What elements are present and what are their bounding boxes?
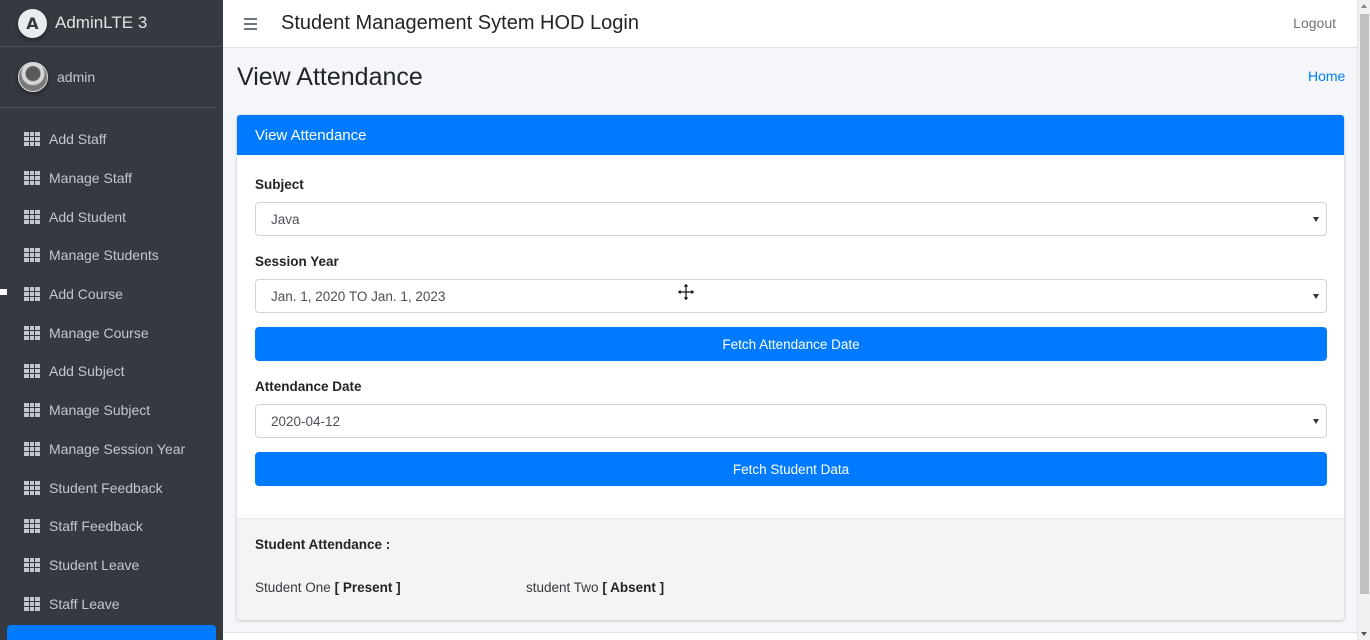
sidebar-item-label: Add Student bbox=[49, 208, 127, 225]
scrollbar-thumb[interactable] bbox=[1360, 14, 1369, 594]
th-icon bbox=[24, 480, 40, 495]
app-title: Student Management Sytem HOD Login bbox=[281, 12, 639, 34]
caret-down-icon bbox=[1313, 294, 1319, 299]
th-icon bbox=[24, 171, 40, 186]
view-attendance-card: View Attendance Subject Java Session Yea… bbox=[237, 115, 1344, 620]
sidebar-item-label: Student Leave bbox=[49, 556, 140, 573]
menu-toggle-icon[interactable] bbox=[244, 17, 257, 30]
sidebar-item-add-course[interactable]: Add Course bbox=[0, 275, 223, 314]
sidebar-item-label: Student Feedback bbox=[49, 479, 163, 496]
student-attendance-section: Student Attendance : Student One [ Prese… bbox=[237, 518, 1344, 620]
sidebar-item-label: Manage Staff bbox=[49, 170, 133, 187]
student-name: Student One bbox=[255, 580, 331, 595]
move-cursor-icon bbox=[676, 282, 696, 302]
scroll-up-arrow-icon[interactable] bbox=[1361, 4, 1367, 8]
sidebar-item-label: Manage Students bbox=[49, 247, 159, 264]
sidebar-item-staff-feedback[interactable]: Staff Feedback bbox=[0, 507, 223, 546]
sidebar-item-label: Manage Course bbox=[49, 324, 149, 341]
session-year-select-value: Jan. 1, 2020 TO Jan. 1, 2023 bbox=[271, 288, 446, 304]
attendance-date-label: Attendance Date bbox=[255, 379, 362, 394]
th-icon bbox=[24, 557, 40, 572]
page-title: View Attendance bbox=[237, 63, 423, 91]
scroll-down-arrow-icon[interactable] bbox=[1361, 632, 1367, 636]
th-icon bbox=[24, 441, 40, 456]
subject-select-value: Java bbox=[271, 211, 300, 227]
sidebar-item-label: Add Course bbox=[49, 286, 123, 303]
brand-name: AdminLTE 3 bbox=[55, 13, 148, 32]
attendance-status: [ Present ] bbox=[334, 580, 401, 595]
subject-select[interactable]: Java bbox=[255, 202, 1327, 236]
attendance-date-select-value: 2020-04-12 bbox=[271, 413, 341, 429]
th-icon bbox=[24, 364, 40, 379]
sidebar-item-manage-staff[interactable]: Manage Staff bbox=[0, 159, 223, 198]
page-footer bbox=[223, 632, 1357, 640]
user-panel[interactable]: admin bbox=[0, 47, 215, 108]
brand-link[interactable]: A AdminLTE 3 bbox=[0, 0, 223, 47]
sidebar-item-label: Add Staff bbox=[49, 131, 107, 148]
attendance-status: [ Absent ] bbox=[602, 580, 665, 595]
sidebar-item-label: Manage Session Year bbox=[49, 440, 186, 457]
avatar bbox=[18, 62, 48, 92]
sidebar-resize-marker bbox=[0, 289, 7, 295]
logout-link[interactable]: Logout bbox=[1293, 15, 1336, 31]
th-icon bbox=[24, 519, 40, 534]
sidebar-item-student-leave[interactable]: Student Leave bbox=[0, 546, 223, 585]
student-name: student Two bbox=[526, 580, 599, 595]
sidebar-item-label: Manage Subject bbox=[49, 402, 151, 419]
fetch-attendance-date-button[interactable]: Fetch Attendance Date bbox=[255, 327, 1327, 361]
sidebar-nav: Add Staff Manage Staff Add Student Manag… bbox=[0, 108, 223, 623]
breadcrumb-home-link[interactable]: Home bbox=[1308, 68, 1345, 84]
session-year-label: Session Year bbox=[255, 254, 339, 269]
subject-label: Subject bbox=[255, 177, 304, 192]
attendance-date-select[interactable]: 2020-04-12 bbox=[255, 404, 1327, 438]
th-icon bbox=[24, 287, 40, 302]
sidebar-item-add-staff[interactable]: Add Staff bbox=[0, 120, 223, 159]
sidebar-item-student-feedback[interactable]: Student Feedback bbox=[0, 468, 223, 507]
fetch-student-data-button[interactable]: Fetch Student Data bbox=[255, 452, 1327, 486]
brand-logo-icon: A bbox=[18, 8, 47, 38]
sidebar-item-manage-subject[interactable]: Manage Subject bbox=[0, 391, 223, 430]
sidebar-item-label: Staff Leave bbox=[49, 595, 120, 612]
student-attendance-heading: Student Attendance : bbox=[255, 537, 391, 552]
session-year-select[interactable]: Jan. 1, 2020 TO Jan. 1, 2023 bbox=[255, 279, 1327, 313]
caret-down-icon bbox=[1313, 419, 1319, 424]
th-icon bbox=[24, 596, 40, 611]
user-name: admin bbox=[57, 69, 96, 85]
sidebar-item-active-view-attendance[interactable] bbox=[7, 625, 216, 640]
sidebar-item-staff-leave[interactable]: Staff Leave bbox=[0, 584, 223, 623]
sidebar-item-manage-course[interactable]: Manage Course bbox=[0, 313, 223, 352]
sidebar-item-manage-session-year[interactable]: Manage Session Year bbox=[0, 430, 223, 469]
th-icon bbox=[24, 325, 40, 340]
page-scrollbar[interactable] bbox=[1357, 0, 1370, 640]
sidebar-item-label: Staff Feedback bbox=[49, 518, 143, 535]
sidebar-item-add-student[interactable]: Add Student bbox=[0, 197, 223, 236]
attendance-record: student Two [ Absent ] bbox=[526, 580, 664, 595]
th-icon bbox=[24, 248, 40, 263]
caret-down-icon bbox=[1313, 217, 1319, 222]
sidebar-item-label: Add Subject bbox=[49, 363, 125, 380]
card-body: Subject Java Session Year Jan. 1, 2020 T… bbox=[237, 155, 1344, 518]
top-navbar: Student Management Sytem HOD Login Logou… bbox=[223, 0, 1357, 48]
card-title: View Attendance bbox=[237, 115, 1344, 155]
th-icon bbox=[24, 209, 40, 224]
sidebar: A AdminLTE 3 admin Add Staff Manage Staf… bbox=[0, 0, 223, 640]
th-icon bbox=[24, 132, 40, 147]
attendance-record: Student One [ Present ] bbox=[255, 580, 401, 595]
sidebar-item-manage-students[interactable]: Manage Students bbox=[0, 236, 223, 275]
th-icon bbox=[24, 403, 40, 418]
sidebar-item-add-subject[interactable]: Add Subject bbox=[0, 352, 223, 391]
